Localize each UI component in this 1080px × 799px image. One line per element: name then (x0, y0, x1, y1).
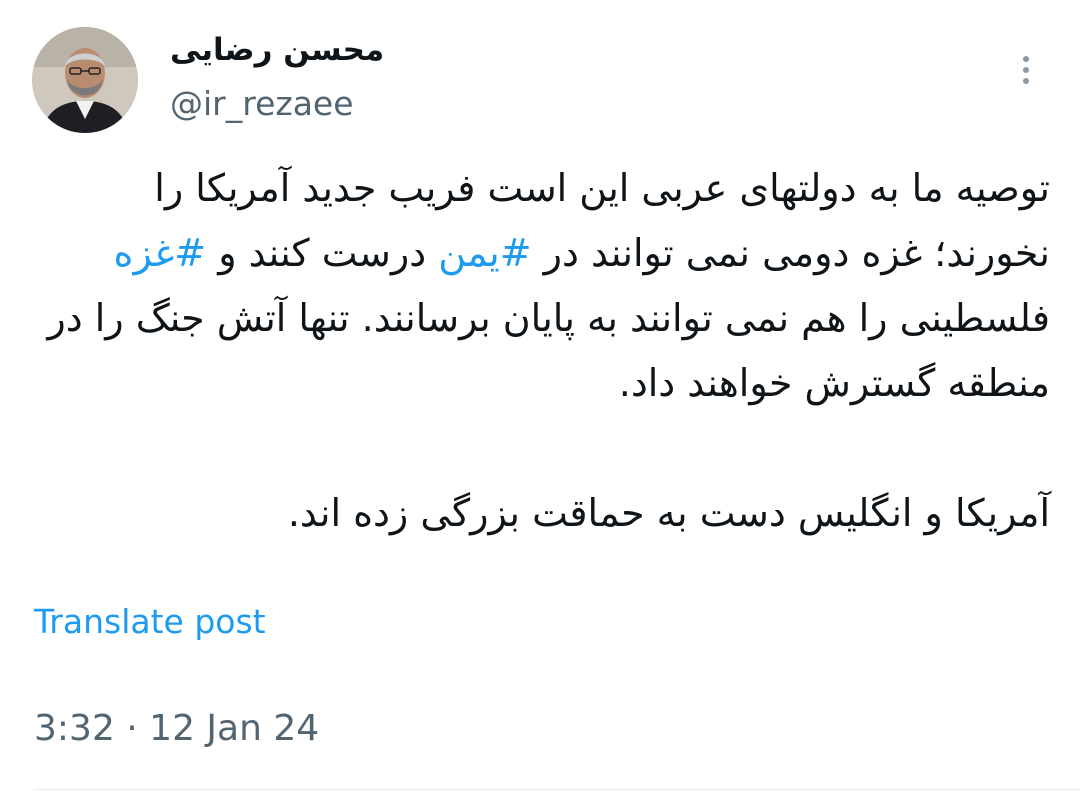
post-text-segment: فلسطینی را هم نمی توانند به پایان برسانن… (47, 296, 1050, 405)
translate-post-link[interactable]: Translate post (34, 602, 266, 641)
more-vertical-icon-dot (1023, 67, 1029, 73)
divider (34, 789, 1080, 790)
avatar-image (32, 27, 138, 133)
more-vertical-icon (1023, 56, 1029, 62)
post-timestamp[interactable]: 3:32 · 12 Jan 24 (34, 708, 319, 749)
post-text-segment: درست کنند و (206, 231, 439, 275)
author-handle[interactable]: @ir_rezaee (170, 84, 354, 123)
more-options-button[interactable] (1008, 50, 1044, 90)
author-display-name[interactable]: محسن رضایی (170, 32, 390, 68)
more-vertical-icon-dot (1023, 78, 1029, 84)
hashtag-link[interactable]: #غزه (114, 231, 207, 275)
post-card: محسن رضایی @ir_rezaee توصیه ما به دولتها… (0, 0, 1080, 799)
post-paragraph: آمریکا و انگلیس دست به حماقت بزرگی زده ا… (287, 491, 1050, 535)
post-paragraph: توصیه ما به دولتهای عربی این است فریب جد… (34, 156, 1050, 416)
avatar[interactable] (32, 27, 138, 133)
post-text: توصیه ما به دولتهای عربی این است فریب جد… (34, 156, 1050, 546)
hashtag-link[interactable]: #یمن (438, 231, 531, 275)
